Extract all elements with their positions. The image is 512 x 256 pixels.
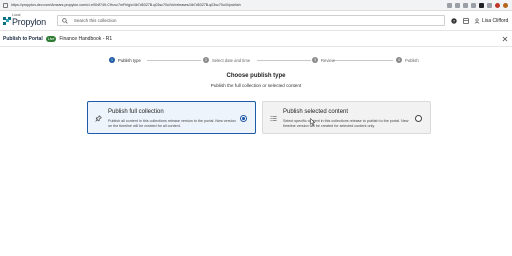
option-publish-selected-content[interactable]: Publish selected content Select specific… [262, 101, 431, 134]
step-number: 4 [396, 57, 402, 63]
help-icon[interactable]: ? [451, 17, 457, 24]
step-number: 1 [109, 57, 115, 63]
tab-search-icon[interactable] [479, 2, 484, 8]
option-description: Publish all content in this collections … [108, 119, 236, 128]
publish-stepper: 1 Publish type 2 Select date and time 3 … [107, 57, 427, 65]
window-icon[interactable] [487, 2, 492, 8]
section-subheading: Publish the full collection or selected … [210, 83, 302, 88]
puzzle-icon[interactable] [471, 2, 476, 8]
app-header: Local Propylon ? Lisa Clifford [0, 11, 512, 31]
lock-icon [3, 2, 8, 8]
browser-url[interactable]: https://propylon-dev.com/Amears.propylon… [11, 3, 391, 7]
profile-badge-icon[interactable] [495, 2, 500, 8]
radio-full-collection[interactable] [240, 115, 247, 122]
mouse-cursor-icon [310, 118, 315, 126]
stepper-connector [257, 60, 311, 61]
extension-icon[interactable] [463, 2, 468, 8]
user-menu[interactable]: Lisa Clifford [474, 18, 508, 24]
step-label: Review [321, 57, 335, 63]
pin-icon [95, 115, 102, 122]
svg-text:?: ? [453, 18, 455, 23]
step-review: 3 Review [312, 57, 335, 63]
step-number: 3 [312, 57, 318, 63]
option-description: Select specific content in this collecti… [283, 119, 409, 128]
step-publish: 4 Publish [396, 57, 419, 63]
list-icon [270, 115, 277, 122]
logo-mark-icon [3, 16, 11, 25]
document-name: Finance Handbook - R1 [59, 35, 113, 42]
search-icon [62, 17, 68, 24]
apps-grid-icon[interactable] [463, 17, 469, 24]
option-publish-full-collection[interactable]: Publish full collection Publish all cont… [87, 101, 256, 134]
step-label: Publish [405, 57, 419, 63]
user-name: Lisa Clifford [481, 17, 509, 24]
option-title: Publish selected content [283, 109, 349, 115]
bookmark-star-icon[interactable] [455, 2, 460, 8]
search-box[interactable] [56, 15, 445, 26]
section-heading: Choose publish type [226, 73, 286, 79]
step-label: Publish type [118, 57, 141, 63]
search-input[interactable] [73, 18, 434, 23]
step-publish-type: 1 Publish type [109, 57, 141, 63]
stepper-connector [333, 60, 393, 61]
user-icon [474, 18, 480, 24]
page-title: Publish to Portal [3, 35, 43, 42]
option-title: Publish full collection [108, 109, 164, 115]
step-number: 2 [203, 57, 209, 63]
step-select-date-time: 2 Select date and time [203, 57, 250, 63]
step-label: Select date and time [212, 57, 251, 63]
page-title-bar: Publish to Portal Live Finance Handbook … [0, 31, 512, 47]
browser-address-bar: https://propylon-dev.com/Amears.propylon… [0, 0, 512, 11]
close-icon[interactable] [502, 36, 508, 42]
status-badge: Live [45, 35, 57, 42]
share-icon[interactable] [447, 2, 452, 8]
propylon-logo[interactable]: Local Propylon [3, 14, 46, 27]
logo-text: Propylon [12, 16, 46, 27]
radio-selected-content[interactable] [415, 115, 422, 122]
stepper-connector [147, 60, 201, 61]
browser-avatar[interactable] [503, 2, 508, 8]
browser-extensions [447, 2, 508, 8]
